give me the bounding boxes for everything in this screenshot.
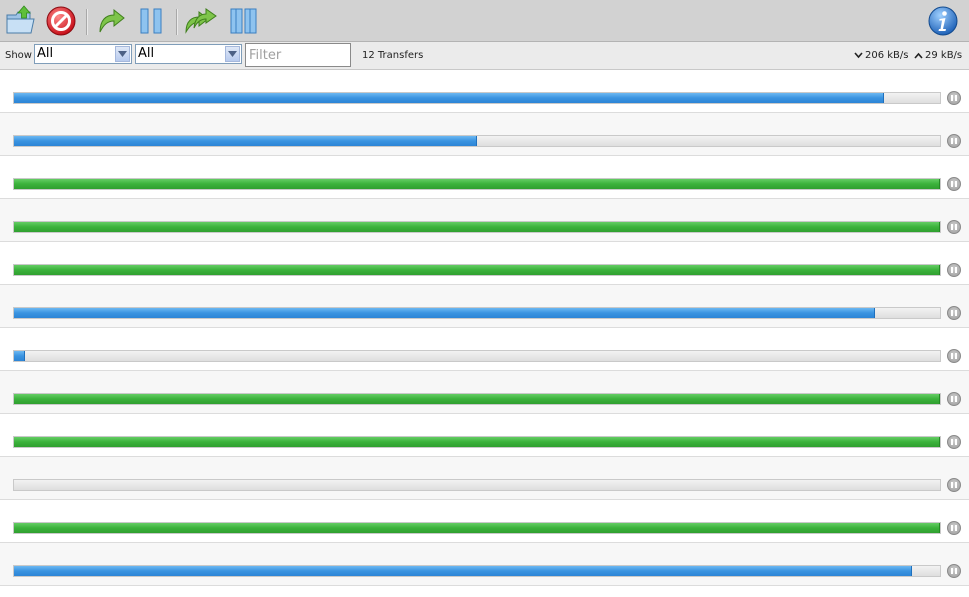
upload-speed-value: 29 kB/s <box>925 50 963 61</box>
pause-transfer-button[interactable] <box>947 263 961 277</box>
resume-all-button[interactable] <box>184 4 218 38</box>
toolbar-separator <box>176 9 178 35</box>
download-speed-value: 206 kB/s <box>865 50 909 61</box>
resume-selected-button[interactable] <box>94 4 128 38</box>
transfer-row[interactable] <box>0 457 969 500</box>
toolbar-separator <box>86 9 88 35</box>
progress-fill <box>14 222 940 232</box>
filter-tracker-value: All <box>138 46 155 61</box>
progress-fill <box>14 437 940 447</box>
filter-bar: Show All All 12 Transfers 206 kB/s 29 kB… <box>0 42 969 70</box>
download-speed: 206 kB/s <box>854 50 909 61</box>
pause-transfer-button[interactable] <box>947 220 961 234</box>
progress-fill <box>14 308 876 318</box>
pause-icon <box>140 8 162 34</box>
folder-open-icon <box>6 5 35 34</box>
progress-bar <box>13 178 941 190</box>
double-arrow-icon <box>185 8 217 34</box>
open-torrent-button[interactable] <box>4 4 38 38</box>
filter-state-select[interactable]: All <box>34 44 132 64</box>
pause-selected-button[interactable] <box>134 4 168 38</box>
transfer-row[interactable] <box>0 199 969 242</box>
progress-fill <box>14 93 885 103</box>
pause-transfer-button[interactable] <box>947 134 961 148</box>
progress-fill <box>14 523 940 533</box>
filter-input[interactable] <box>245 43 351 67</box>
chevron-up-icon <box>914 52 923 59</box>
show-label: Show <box>5 50 32 61</box>
progress-bar <box>13 393 941 405</box>
progress-fill <box>14 394 940 404</box>
about-button[interactable] <box>926 4 960 38</box>
transfer-row[interactable] <box>0 371 969 414</box>
remove-torrent-button[interactable] <box>44 4 78 38</box>
resume-arrow-icon <box>99 8 125 33</box>
pause-transfer-button[interactable] <box>947 478 961 492</box>
pause-transfer-button[interactable] <box>947 392 961 406</box>
pause-all-icon <box>230 8 257 34</box>
progress-bar <box>13 436 941 448</box>
transfer-row[interactable] <box>0 543 969 586</box>
stop-sign-icon <box>46 6 76 36</box>
chevron-down-icon <box>115 46 130 62</box>
pause-transfer-button[interactable] <box>947 177 961 191</box>
progress-fill <box>14 265 940 275</box>
progress-bar <box>13 522 941 534</box>
transfer-row[interactable] <box>0 242 969 285</box>
filter-state-value: All <box>37 46 54 61</box>
filter-tracker-select[interactable]: All <box>135 44 242 64</box>
progress-bar <box>13 135 941 147</box>
pause-all-button[interactable] <box>225 4 259 38</box>
progress-bar <box>13 221 941 233</box>
transfer-row[interactable] <box>0 70 969 113</box>
progress-bar <box>13 479 941 491</box>
chevron-down-icon <box>225 46 240 62</box>
transfer-count: 12 Transfers <box>362 50 424 61</box>
progress-bar <box>13 350 941 362</box>
transfer-row[interactable] <box>0 113 969 156</box>
progress-bar <box>13 565 941 577</box>
pause-transfer-button[interactable] <box>947 564 961 578</box>
progress-fill <box>14 179 940 189</box>
upload-speed: 29 kB/s <box>914 50 962 61</box>
progress-bar <box>13 307 941 319</box>
pause-transfer-button[interactable] <box>947 306 961 320</box>
transfer-row[interactable] <box>0 414 969 457</box>
transfer-row[interactable] <box>0 156 969 199</box>
toolbar <box>0 0 969 42</box>
progress-fill <box>14 351 26 361</box>
pause-transfer-button[interactable] <box>947 349 961 363</box>
pause-transfer-button[interactable] <box>947 91 961 105</box>
chevron-down-icon <box>854 52 863 59</box>
progress-fill <box>14 566 913 576</box>
info-icon <box>928 6 958 36</box>
pause-transfer-button[interactable] <box>947 521 961 535</box>
transfer-row[interactable] <box>0 500 969 543</box>
progress-fill <box>14 136 477 146</box>
progress-bar <box>13 92 941 104</box>
transfer-list <box>0 70 969 597</box>
pause-transfer-button[interactable] <box>947 435 961 449</box>
transfer-row[interactable] <box>0 285 969 328</box>
progress-bar <box>13 264 941 276</box>
transfer-row[interactable] <box>0 328 969 371</box>
